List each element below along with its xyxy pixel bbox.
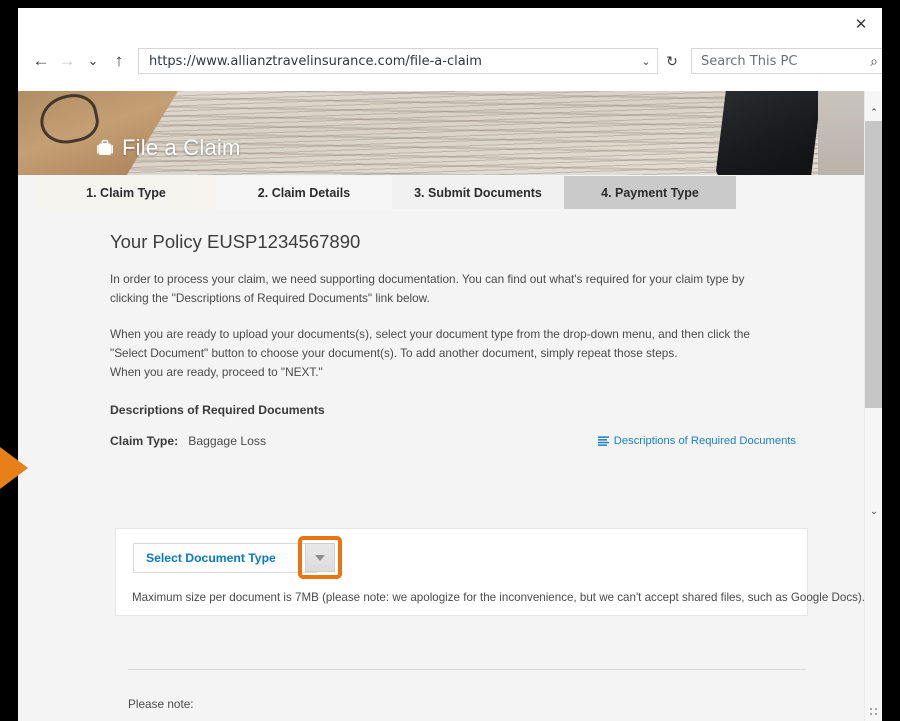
hero-banner: File a Claim (18, 91, 864, 175)
claim-type-value: Baggage Loss (188, 433, 267, 448)
close-icon[interactable]: ✕ (846, 12, 876, 36)
descriptions-link-label: Descriptions of Required Documents (613, 434, 796, 447)
search-icon[interactable]: ⌕ (862, 49, 882, 73)
suitcase-icon (97, 139, 113, 155)
page-title: File a Claim (95, 135, 241, 161)
banner-ring-decoration (35, 91, 103, 149)
document-type-select-label: Select Document Type (146, 551, 276, 565)
scroll-down-icon[interactable]: ⌄ (865, 503, 882, 520)
please-note-label: Please note: (128, 697, 194, 711)
document-type-select[interactable]: Select Document Type (133, 543, 317, 573)
tab-claim-details[interactable]: 2. Claim Details (216, 176, 392, 209)
address-bar-url[interactable]: https://www.allianztravelinsurance.com/f… (139, 54, 635, 69)
orange-pointer-arrow (0, 447, 28, 489)
tab-payment-type[interactable]: 4. Payment Type (564, 176, 736, 209)
page-scrollbar[interactable]: ⌃ ⌄ (864, 91, 882, 721)
intro-paragraph: In order to process your claim, we need … (110, 272, 745, 306)
browser-window: ✕ ← → ⌄ ↑ https://www.allianztravelinsur… (18, 8, 882, 721)
section-heading-descriptions: Descriptions of Required Documents (110, 402, 325, 417)
chevron-down-icon[interactable]: ⌄ (635, 49, 657, 73)
step-tabs: 1. Claim Type 2. Claim Details 3. Submit… (18, 176, 864, 209)
scroll-up-icon[interactable]: ⌃ (865, 104, 882, 121)
claim-type-label: Claim Type: (110, 433, 179, 448)
browser-toolbar: ← → ⌄ ↑ https://www.allianztravelinsuran… (18, 40, 882, 82)
max-size-note: Maximum size per document is 7MB (please… (132, 591, 865, 604)
descriptions-of-required-documents-link[interactable]: Descriptions of Required Documents (597, 434, 796, 447)
page-content: Your Policy EUSP1234567890 In order to p… (18, 209, 865, 721)
upload-instructions-paragraph: When you are ready to upload your docume… (110, 327, 750, 361)
upload-card: Select Document Type Maximum size per do… (115, 528, 865, 616)
banner-leather-object (18, 91, 178, 175)
scrollbar-thumb[interactable] (865, 121, 882, 408)
banner-phone-object (715, 91, 822, 175)
back-icon[interactable]: ← (28, 46, 54, 76)
resize-grip-icon (869, 707, 879, 716)
page-title-text: File a Claim (122, 135, 241, 160)
forward-icon[interactable]: → (54, 46, 80, 76)
list-icon (597, 435, 609, 446)
dropdown-highlight-box (298, 536, 342, 579)
section-divider (128, 669, 806, 670)
history-dropdown-icon[interactable]: ⌄ (80, 46, 106, 76)
next-instruction-paragraph: When you are ready, proceed to "NEXT." (110, 365, 323, 380)
banner-right-edge (818, 91, 864, 175)
up-level-icon[interactable]: ↑ (106, 46, 132, 76)
policy-heading: Your Policy EUSP1234567890 (110, 231, 361, 252)
title-bar: ✕ (18, 8, 882, 40)
address-bar[interactable]: https://www.allianztravelinsurance.com/f… (138, 48, 658, 74)
claim-type-row: Claim Type: Baggage Loss Descriptions of… (110, 434, 796, 448)
tab-submit-documents[interactable]: 3. Submit Documents (392, 176, 564, 209)
search-box[interactable]: Search This PC ⌕ (691, 48, 882, 74)
search-input[interactable]: Search This PC (692, 54, 862, 69)
page-viewport: File a Claim 1. Claim Type 2. Claim Deta… (18, 91, 882, 721)
tab-claim-type[interactable]: 1. Claim Type (36, 176, 216, 209)
reload-icon[interactable]: ↻ (660, 48, 684, 74)
